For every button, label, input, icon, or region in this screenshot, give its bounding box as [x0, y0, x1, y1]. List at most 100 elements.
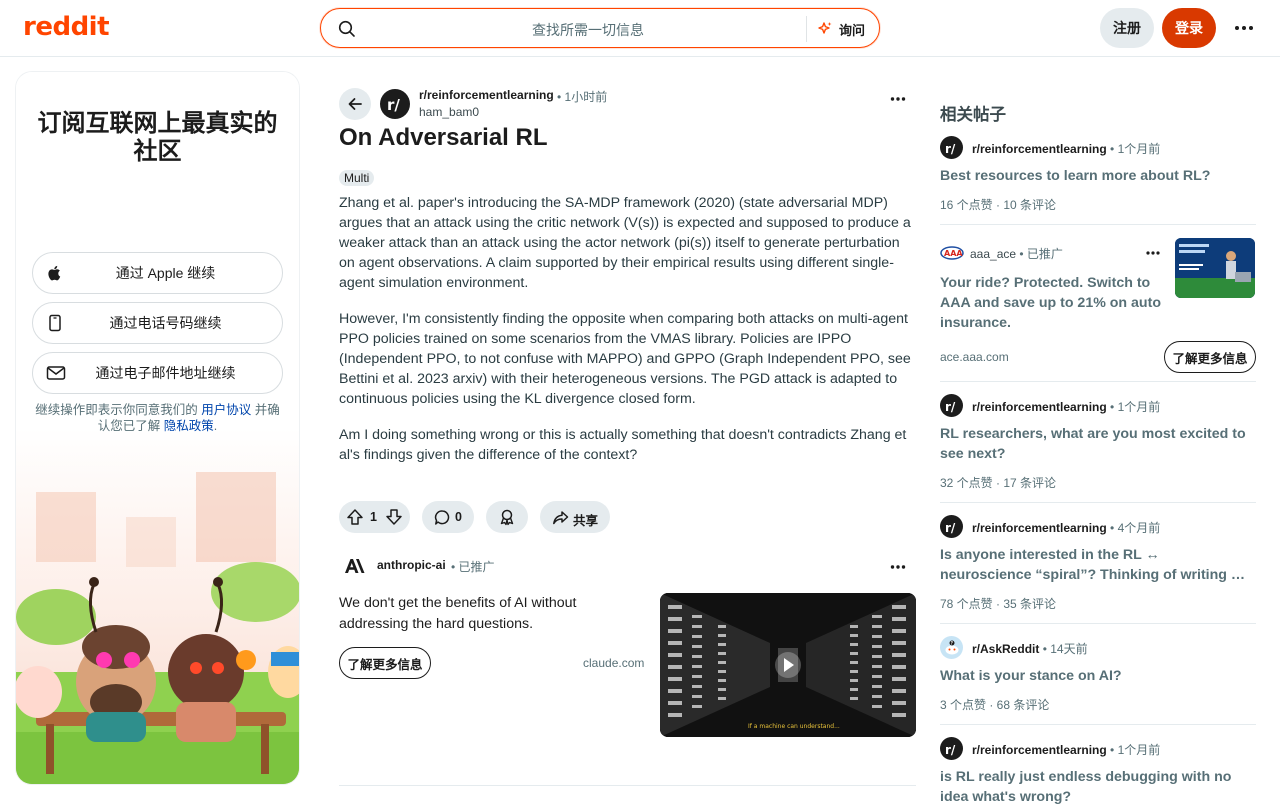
continue-email-button[interactable]: 通过电子邮件地址继续: [32, 352, 283, 394]
subreddit-avatar[interactable]: r/: [940, 515, 963, 538]
related-meta: 78 个点赞 · 35 条评论: [940, 597, 1057, 611]
related-subreddit[interactable]: r/reinforcementlearning • 4个月前: [972, 519, 1160, 536]
subreddit-avatar[interactable]: r/: [940, 394, 963, 417]
promoted-learn-more-button[interactable]: 了解更多信息: [1164, 341, 1256, 373]
related-heading: 相关帖子: [940, 106, 1006, 124]
post-more-icon[interactable]: [890, 96, 906, 102]
promoted-advertiser-name: aaa_ace: [970, 247, 1017, 261]
post-author[interactable]: ham_bam0: [419, 105, 479, 119]
panel-title: 订阅互联网上最真实的社区: [37, 110, 278, 165]
comment-count: 0: [455, 510, 462, 524]
advertiser-name[interactable]: anthropic-ai: [377, 558, 446, 572]
related-meta: 16 个点赞 · 10 条评论: [940, 198, 1057, 212]
related-title[interactable]: RL researchers, what are you most excite…: [940, 424, 1250, 464]
ad-video-thumbnail[interactable]: If a machine can understand...: [660, 593, 916, 737]
related-time: • 4个月前: [1110, 521, 1161, 535]
privacy-policy-link[interactable]: 隐私政策: [164, 419, 214, 433]
post-paragraph: Zhang et al. paper's introducing the SA-…: [339, 195, 911, 291]
comment-icon: [434, 509, 451, 526]
aaa-logo-icon: AAA: [940, 245, 964, 261]
subreddit-avatar[interactable]: r/: [940, 136, 963, 159]
promoted-title[interactable]: Your ride? Protected. Switch to AAA and …: [940, 273, 1166, 333]
downvote-icon[interactable]: [385, 508, 403, 526]
search-bar[interactable]: 查找所需一切信息 询问: [320, 8, 880, 48]
related-title[interactable]: Best resources to learn more about RL?: [940, 166, 1250, 186]
svg-text:AAA: AAA: [944, 249, 963, 258]
related-time: • 1个月前: [1110, 743, 1161, 757]
related-title[interactable]: Is anyone interested in the RL ↔ neurosc…: [940, 545, 1250, 585]
promoted-domain[interactable]: ace.aaa.com: [940, 350, 1009, 364]
share-label: 共享: [573, 514, 599, 528]
svg-text:r/: r/: [945, 743, 956, 756]
post-paragraph: However, I'm consistently finding the op…: [339, 311, 911, 407]
upvote-icon[interactable]: [346, 508, 364, 526]
terms-notice: 继续操作即表示你同意我们的 用户协议 并确认您已了解 隐私政策.: [30, 402, 285, 434]
sparkle-icon: [817, 21, 833, 37]
ad-text[interactable]: We don't get the benefits of AI without …: [339, 593, 639, 635]
divider: [940, 224, 1256, 225]
related-subreddit[interactable]: r/AskReddit • 14天前: [972, 640, 1088, 657]
arrow-left-icon: [347, 96, 363, 112]
share-button[interactable]: 共享: [540, 501, 610, 533]
related-subreddit-name: r/reinforcementlearning: [972, 743, 1107, 757]
back-button[interactable]: [339, 88, 371, 120]
divider: [940, 623, 1256, 624]
comments-button[interactable]: 0: [422, 501, 474, 533]
signup-panel: 订阅互联网上最真实的社区 通过 Apple 继续 通过电话号码继续 通过电子邮件…: [16, 72, 299, 784]
continue-phone-label: 通过电话号码继续: [109, 315, 222, 331]
promoted-more-icon[interactable]: [1146, 250, 1160, 256]
ad-learn-more-button[interactable]: 了解更多信息: [339, 647, 431, 679]
related-subreddit-name: r/AskReddit: [972, 642, 1040, 656]
svg-text:r/: r/: [945, 142, 956, 155]
continue-apple-button[interactable]: 通过 Apple 继续: [32, 252, 283, 294]
post-title: On Adversarial RL: [339, 124, 548, 151]
related-subreddit-name: r/reinforcementlearning: [972, 521, 1107, 535]
svg-text:r/: r/: [945, 521, 956, 534]
related-meta: 32 个点赞 · 17 条评论: [940, 476, 1057, 490]
related-subreddit[interactable]: r/reinforcementlearning • 1个月前: [972, 140, 1160, 157]
related-time: • 1个月前: [1110, 400, 1161, 414]
related-title[interactable]: What is your stance on AI?: [940, 666, 1250, 686]
vote-count: 1: [370, 510, 377, 524]
askreddit-avatar[interactable]: ?: [940, 636, 963, 659]
related-title[interactable]: is RL really just endless debugging with…: [940, 767, 1250, 807]
user-agreement-link[interactable]: 用户协议: [201, 403, 251, 417]
continue-phone-button[interactable]: 通过电话号码继续: [32, 302, 283, 344]
continue-email-label: 通过电子邮件地址继续: [95, 365, 236, 381]
search-placeholder[interactable]: 查找所需一切信息: [381, 20, 795, 40]
login-button[interactable]: 登录: [1162, 8, 1216, 48]
ad-domain[interactable]: claude.com: [583, 656, 644, 670]
more-options-icon[interactable]: [1232, 18, 1256, 38]
post-time: • 1小时前: [557, 90, 608, 104]
promoted-advertiser[interactable]: aaa_ace • 已推广: [970, 245, 1063, 262]
subreddit-avatar[interactable]: r/: [380, 89, 410, 119]
divider: [940, 502, 1256, 503]
share-icon: [552, 509, 569, 526]
post-flair[interactable]: Multi: [339, 170, 375, 186]
mail-icon: [46, 364, 66, 382]
subreddit-avatar[interactable]: r/: [940, 737, 963, 760]
svg-text:r/: r/: [945, 400, 956, 413]
award-button[interactable]: [486, 501, 528, 533]
ask-button[interactable]: 询问: [817, 18, 865, 40]
reddit-logo[interactable]: reddit: [23, 12, 110, 42]
signup-button[interactable]: 注册: [1100, 8, 1154, 48]
terms-suffix: .: [213, 419, 218, 433]
vote-control: 1: [339, 501, 410, 533]
promoted-thumbnail[interactable]: [1175, 238, 1255, 298]
svg-text:r/: r/: [387, 96, 400, 113]
section-divider: [339, 785, 916, 786]
related-time: • 1个月前: [1110, 142, 1161, 156]
related-subreddit[interactable]: r/reinforcementlearning • 1个月前: [972, 741, 1160, 758]
promoted-tag: • 已推广: [451, 560, 495, 574]
subreddit-name[interactable]: r/reinforcementlearning: [419, 88, 554, 102]
apple-icon: [46, 264, 64, 282]
ad-video-caption: If a machine can understand...: [748, 723, 840, 730]
ask-label: 询问: [839, 22, 866, 38]
ad-more-icon[interactable]: [890, 564, 906, 570]
anthropic-logo-icon[interactable]: [343, 557, 367, 575]
continue-apple-label: 通过 Apple 继续: [115, 265, 216, 281]
related-subreddit[interactable]: r/reinforcementlearning • 1个月前: [972, 398, 1160, 415]
related-subreddit-name: r/reinforcementlearning: [972, 400, 1107, 414]
related-time: • 14天前: [1042, 642, 1088, 656]
